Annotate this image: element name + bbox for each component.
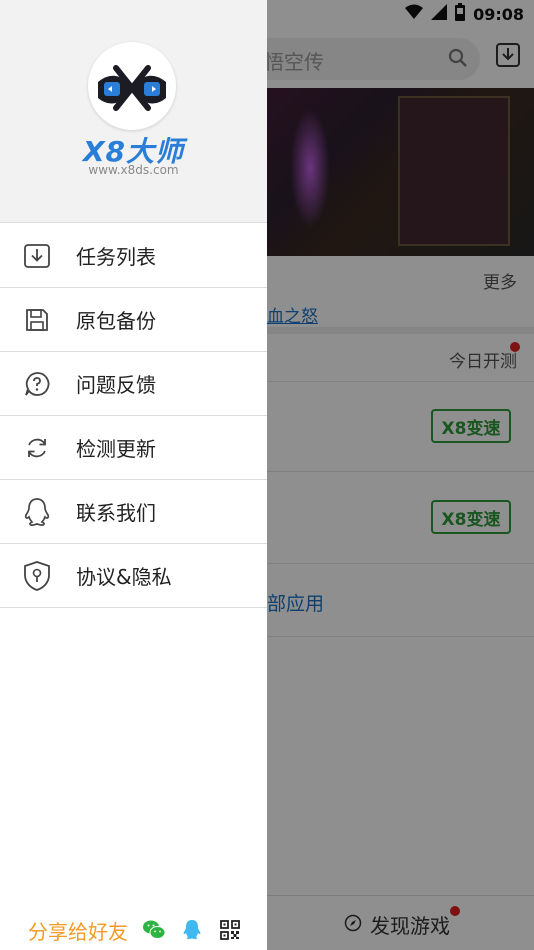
drawer-header: X8大师 www.x8ds.com [0,0,267,223]
menu-item-task-list[interactable]: 任务列表 [0,224,267,288]
navigation-drawer: X8大师 www.x8ds.com 任务列表 原包备份 问题反馈 检测更新 联系… [0,0,267,950]
brand-url: www.x8ds.com [88,163,179,177]
share-to-friends-label: 分享给好友 [28,919,128,944]
menu-item-label: 问题反馈 [76,373,156,397]
menu-item-backup[interactable]: 原包备份 [0,288,267,352]
menu-item-label: 原包备份 [76,309,156,333]
menu-item-privacy[interactable]: 协议&隐私 [0,544,267,608]
x8-logo-icon [88,42,176,130]
menu-item-check-update[interactable]: 检测更新 [0,416,267,480]
menu-item-contact-us[interactable]: 联系我们 [0,480,267,544]
menu-item-label: 协议&隐私 [76,565,172,589]
refresh-icon [22,433,52,463]
feedback-icon [22,369,52,399]
share-row: 分享给好友 [0,910,267,950]
menu-item-label: 联系我们 [76,501,156,525]
qq-contact-icon [22,497,52,527]
menu-item-label: 检测更新 [76,437,156,461]
qq-icon[interactable] [180,918,204,942]
menu-item-label: 任务列表 [76,245,156,269]
download-icon [22,241,52,271]
drawer-menu: 任务列表 原包备份 问题反馈 检测更新 联系我们 协议&隐私 [0,224,267,608]
qr-code-icon[interactable] [218,918,242,942]
save-icon [22,305,52,335]
wechat-icon[interactable] [142,918,166,942]
menu-item-feedback[interactable]: 问题反馈 [0,352,267,416]
shield-lock-icon [22,560,52,591]
